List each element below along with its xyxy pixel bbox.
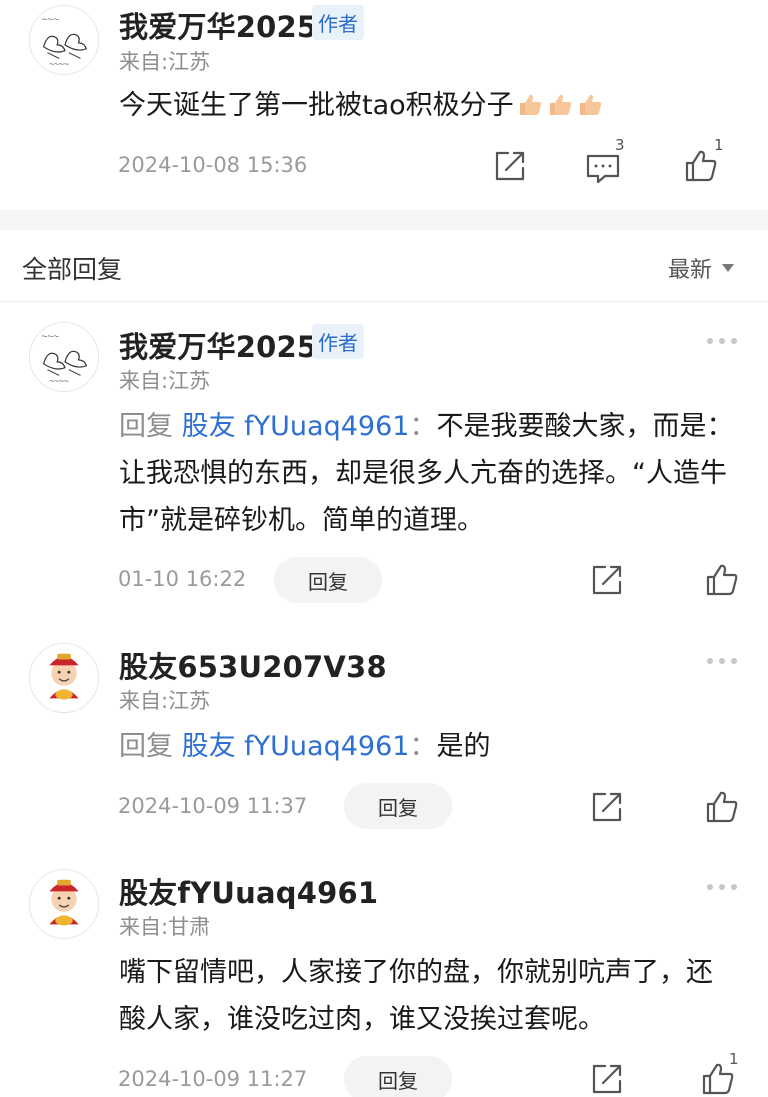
- comment-count: 3: [615, 136, 625, 154]
- thumbs-up-icon[interactable]: [704, 789, 740, 825]
- author-avatar[interactable]: [29, 869, 99, 939]
- svg-text:～～～～: ～～～～: [49, 62, 69, 68]
- author-badge: 作者: [312, 5, 364, 40]
- reply-author[interactable]: 我爱万华2025: [119, 324, 317, 366]
- section-title: 全部回复: [22, 255, 123, 284]
- caret-down-icon: [722, 264, 734, 272]
- thumbs-up-icon[interactable]: [704, 562, 740, 598]
- author-avatar[interactable]: ～～～ ～～～～: [29, 5, 99, 75]
- reply-target-link[interactable]: 股友 fYUuaq4961: [182, 411, 410, 442]
- share-icon[interactable]: [589, 562, 625, 598]
- reply-location: 来自:江苏: [119, 369, 211, 393]
- reply-time: 01-10 16:22: [118, 567, 247, 591]
- thumbs-up-emoji: [519, 94, 541, 115]
- svg-text:～～～: ～～～: [42, 335, 60, 341]
- more-dots-icon[interactable]: [707, 656, 737, 666]
- main-post: ～～～ ～～～～ 我爱万华2025 作者 来自:江苏 今天诞生了第一批被tao积…: [0, 0, 768, 210]
- author-location: 来自:江苏: [119, 50, 211, 74]
- like-count: 1: [729, 1050, 739, 1068]
- sort-dropdown[interactable]: 最新: [668, 252, 734, 284]
- section-divider: [0, 210, 768, 230]
- reply-content: 嘴下留情吧，人家接了你的盘，你就别吭声了，还酸人家，谁没吃过肉，谁又没挨过套呢。: [119, 949, 739, 1043]
- more-dots-icon[interactable]: [707, 336, 737, 346]
- reply-button[interactable]: 回复: [344, 783, 452, 829]
- reply-time: 2024-10-09 11:27: [118, 1067, 308, 1091]
- post-text: 今天诞生了第一批被tao积极分子: [119, 90, 514, 121]
- like-count: 1: [714, 136, 724, 154]
- reply-prefix: 回复: [119, 411, 173, 442]
- reply-text: 是的: [436, 731, 491, 762]
- author-name[interactable]: 我爱万华2025: [119, 4, 317, 46]
- post-time: 2024-10-08 15:36: [118, 153, 308, 177]
- reply-location: 来自:甘肃: [119, 915, 211, 939]
- author-avatar[interactable]: ～～～ ～～～～: [29, 322, 99, 392]
- author-badge: 作者: [312, 324, 364, 359]
- reply-prefix: 回复: [119, 731, 173, 762]
- sort-label: 最新: [667, 258, 712, 283]
- svg-text:～～～: ～～～: [42, 18, 60, 24]
- reply-button[interactable]: 回复: [344, 1056, 452, 1097]
- thumbs-up-emoji: [549, 94, 571, 115]
- reply-target-link[interactable]: 股友 fYUuaq4961: [182, 731, 410, 762]
- thumbs-up-emoji: [579, 94, 601, 115]
- more-dots-icon[interactable]: [707, 882, 737, 892]
- author-avatar[interactable]: [29, 643, 99, 713]
- share-icon[interactable]: [492, 148, 528, 184]
- post-content: 今天诞生了第一批被tao积极分子: [119, 82, 739, 129]
- share-icon[interactable]: [589, 789, 625, 825]
- replies-header: 全部回复 最新: [0, 230, 768, 302]
- reply-text: 嘴下留情吧，人家接了你的盘，你就别吭声了，还酸人家，谁没吃过肉，谁又没挨过套呢。: [119, 957, 713, 1035]
- reply-author[interactable]: 股友653U207V38: [119, 644, 387, 686]
- reply-time: 2024-10-09 11:37: [118, 794, 308, 818]
- comment-icon[interactable]: [585, 150, 621, 186]
- share-icon[interactable]: [589, 1061, 625, 1097]
- reply-button[interactable]: 回复: [274, 557, 382, 603]
- reply-separator: ：: [409, 411, 437, 442]
- svg-text:～～～～: ～～～～: [49, 379, 69, 385]
- reply-location: 来自:江苏: [119, 689, 211, 713]
- reply-content: 回复 股友 fYUuaq4961：不是我要酸大家，而是：让我恐惧的东西，却是很多…: [119, 403, 739, 544]
- reply-content: 回复 股友 fYUuaq4961：是的: [119, 723, 739, 770]
- reply-separator: ：: [409, 731, 437, 762]
- reply-author[interactable]: 股友fYUuaq4961: [119, 870, 378, 912]
